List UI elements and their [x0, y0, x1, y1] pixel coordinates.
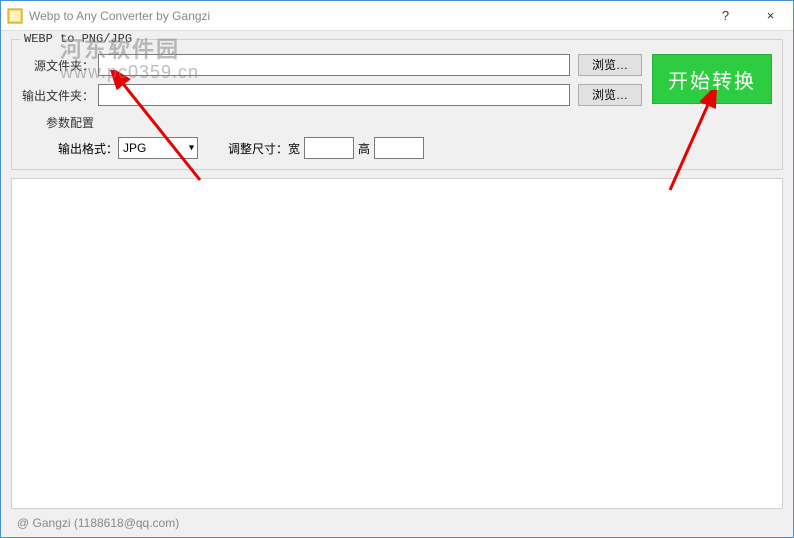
source-browse-button[interactable]: 浏览…: [578, 54, 642, 76]
start-convert-button[interactable]: 开始转换: [652, 54, 772, 104]
content-area: WEBP to PNG/JPG 源文件夹： 浏览… 输出文件夹： 浏览… 开始转…: [1, 31, 793, 537]
statusbar: @ Gangzi (1188618@qq.com): [11, 513, 783, 533]
output-label: 输出文件夹：: [22, 87, 98, 104]
params-section: 参数配置 输出格式： JPG ▾ 调整尺寸：宽 高: [22, 114, 642, 159]
output-input[interactable]: [98, 84, 570, 106]
params-row: 输出格式： JPG ▾ 调整尺寸：宽 高: [58, 137, 642, 159]
app-icon: [7, 8, 23, 24]
groupbox-title: WEBP to PNG/JPG: [20, 32, 136, 46]
source-label: 源文件夹：: [22, 57, 98, 74]
close-button[interactable]: ×: [748, 1, 793, 31]
titlebar-buttons: ? ×: [703, 1, 793, 31]
help-button[interactable]: ?: [703, 1, 748, 31]
format-select-wrap: JPG ▾: [118, 137, 198, 159]
source-input[interactable]: [98, 54, 570, 76]
resize-width-label: 调整尺寸：宽: [228, 140, 300, 157]
output-browse-button[interactable]: 浏览…: [578, 84, 642, 106]
width-input[interactable]: [304, 137, 354, 159]
statusbar-text: @ Gangzi (1188618@qq.com): [17, 516, 179, 530]
titlebar: Webp to Any Converter by Gangzi ? ×: [1, 1, 793, 31]
window-title: Webp to Any Converter by Gangzi: [29, 9, 703, 23]
source-row: 源文件夹： 浏览…: [22, 54, 642, 76]
resize-height-label: 高: [358, 140, 370, 157]
params-section-label: 参数配置: [46, 114, 642, 131]
log-output[interactable]: [11, 178, 783, 509]
output-row: 输出文件夹： 浏览…: [22, 84, 642, 106]
height-input[interactable]: [374, 137, 424, 159]
app-window: Webp to Any Converter by Gangzi ? × WEBP…: [0, 0, 794, 538]
format-select[interactable]: JPG: [118, 137, 198, 159]
format-label: 输出格式：: [58, 140, 118, 157]
conversion-groupbox: WEBP to PNG/JPG 源文件夹： 浏览… 输出文件夹： 浏览… 开始转…: [11, 39, 783, 170]
